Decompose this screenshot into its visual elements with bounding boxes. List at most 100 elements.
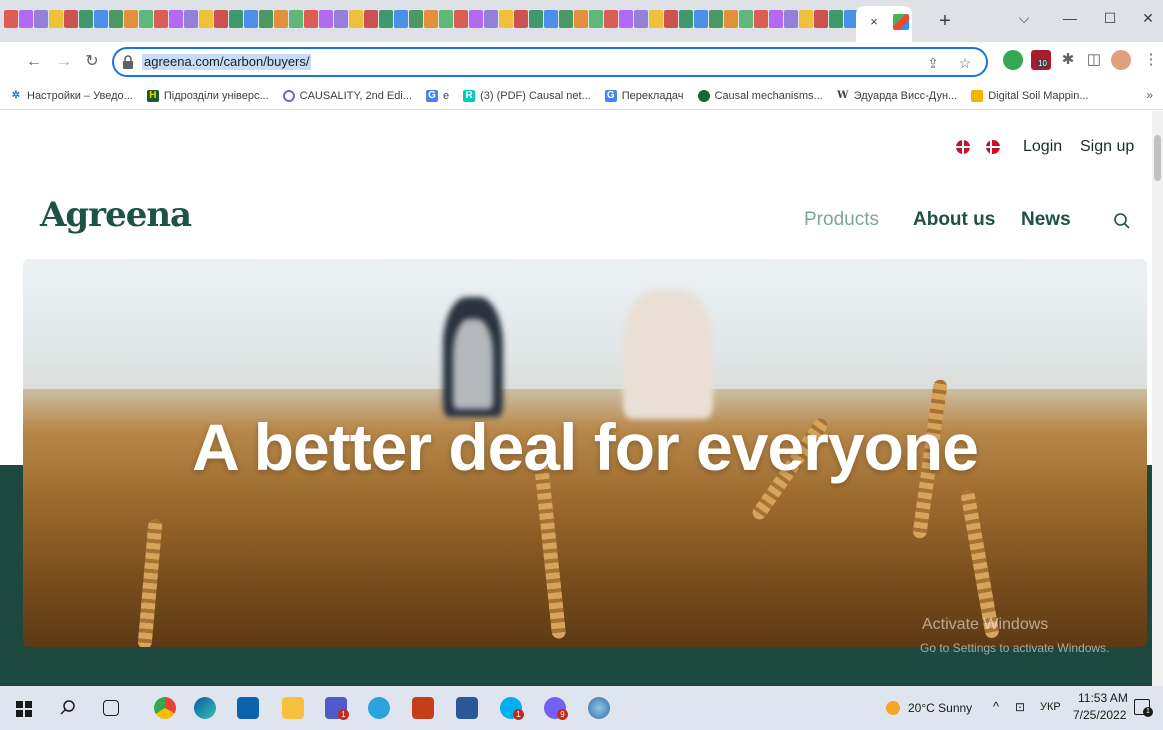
tab-search-button[interactable]: ⌵ — [1004, 6, 1044, 30]
url-text[interactable]: agreena.com/carbon/buyers/ — [142, 54, 312, 70]
english-flag-icon[interactable] — [956, 140, 970, 154]
pinned-tab[interactable] — [559, 10, 573, 28]
login-link[interactable]: Login — [1023, 138, 1062, 156]
agreena-logo[interactable]: Agreena — [40, 195, 192, 235]
bookmark-translator[interactable]: G Перекладач — [604, 89, 684, 102]
bookmark-star-icon[interactable]: ☆ — [956, 54, 974, 72]
grammarly-extension-icon[interactable] — [1003, 50, 1023, 70]
pinned-tab[interactable] — [454, 10, 468, 28]
nav-about[interactable]: About us — [913, 209, 995, 231]
tab-close-icon[interactable]: × — [866, 14, 882, 30]
bookmark-causality[interactable]: CAUSALITY, 2nd Edi... — [282, 89, 412, 102]
pinned-tab[interactable] — [424, 10, 438, 28]
bookmark-e[interactable]: Ge — [425, 89, 449, 102]
pinned-tab[interactable] — [499, 10, 513, 28]
back-button[interactable]: ← — [22, 50, 46, 74]
notifications-icon[interactable]: 1 — [1134, 699, 1153, 717]
pinned-tab[interactable] — [784, 10, 798, 28]
lock-icon[interactable] — [122, 55, 134, 69]
task-view-icon[interactable] — [103, 700, 119, 716]
pinned-tab[interactable] — [754, 10, 768, 28]
powerpoint-icon[interactable] — [412, 697, 434, 719]
pinned-tab[interactable] — [814, 10, 828, 28]
skype-icon[interactable]: 1 — [500, 697, 524, 720]
search-icon[interactable] — [1113, 212, 1131, 230]
new-tab-button[interactable]: + — [934, 10, 956, 32]
pinned-tab[interactable] — [589, 10, 603, 28]
pinned-tab[interactable] — [439, 10, 453, 28]
reload-button[interactable]: ↻ — [80, 50, 104, 74]
pinned-tab[interactable] — [484, 10, 498, 28]
menu-kebab-icon[interactable]: ⋮ — [1141, 50, 1161, 70]
address-bar[interactable]: agreena.com/carbon/buyers/ ⇪ ☆ — [112, 47, 988, 77]
pinned-tab[interactable] — [64, 10, 78, 28]
viber-icon[interactable]: 9 — [544, 697, 568, 720]
danish-flag-icon[interactable] — [986, 140, 1000, 154]
extension-with-badge-icon[interactable]: 10 — [1031, 50, 1051, 70]
pinned-tab[interactable] — [469, 10, 483, 28]
bookmark-departments[interactable]: H Підрозділи універс... — [146, 89, 269, 102]
pinned-tab[interactable] — [724, 10, 738, 28]
pinned-tab[interactable] — [649, 10, 663, 28]
pinned-tab[interactable] — [544, 10, 558, 28]
pinned-tab[interactable] — [169, 10, 183, 28]
chrome-icon[interactable] — [154, 697, 176, 719]
telegram-icon[interactable] — [368, 697, 390, 719]
pinned-tab[interactable] — [394, 10, 408, 28]
pinned-tab[interactable] — [799, 10, 813, 28]
pinned-tab[interactable] — [274, 10, 288, 28]
pinned-tab[interactable] — [319, 10, 333, 28]
pinned-tab[interactable] — [79, 10, 93, 28]
pinned-tab[interactable] — [619, 10, 633, 28]
tray-overflow-icon[interactable]: ^ — [993, 699, 999, 714]
pinned-tab[interactable] — [829, 10, 843, 28]
signup-link[interactable]: Sign up — [1080, 138, 1134, 156]
pinned-tab[interactable] — [409, 10, 423, 28]
file-explorer-icon[interactable] — [282, 697, 304, 719]
pinned-tab[interactable] — [214, 10, 228, 28]
pinned-tab[interactable] — [364, 10, 378, 28]
side-panel-icon[interactable]: ◫ — [1084, 50, 1104, 70]
pinned-tab[interactable] — [94, 10, 108, 28]
pinned-tab[interactable] — [34, 10, 48, 28]
pinned-tab[interactable] — [259, 10, 273, 28]
pinned-tab[interactable] — [739, 10, 753, 28]
pinned-tab[interactable] — [199, 10, 213, 28]
pinned-tab[interactable] — [514, 10, 528, 28]
weather-text[interactable]: 20°C Sunny — [908, 701, 972, 715]
paint-icon[interactable] — [588, 697, 610, 719]
pinned-tab[interactable] — [664, 10, 678, 28]
pinned-tab[interactable] — [154, 10, 168, 28]
windows-start-icon[interactable] — [13, 697, 35, 719]
pinned-tab[interactable] — [709, 10, 723, 28]
pinned-tab[interactable] — [49, 10, 63, 28]
pinned-tab[interactable] — [109, 10, 123, 28]
pinned-tab[interactable] — [694, 10, 708, 28]
weather-sun-icon[interactable] — [886, 701, 900, 715]
forward-button[interactable]: → — [52, 50, 76, 74]
pinned-tab[interactable] — [4, 10, 18, 28]
share-icon[interactable]: ⇪ — [924, 54, 942, 72]
maximize-button[interactable]: ☐ — [1090, 6, 1130, 30]
pinned-tab[interactable] — [634, 10, 648, 28]
bookmark-settings[interactable]: ✲ Настройки – Уведо... — [10, 90, 133, 102]
pinned-tab[interactable] — [529, 10, 543, 28]
nav-news[interactable]: News — [1021, 209, 1071, 231]
page-scrollbar[interactable] — [1152, 111, 1163, 686]
pinned-tab[interactable] — [19, 10, 33, 28]
pinned-tab[interactable] — [604, 10, 618, 28]
input-indicator-icon[interactable]: ⊡ — [1015, 700, 1025, 714]
search-icon[interactable] — [57, 697, 79, 719]
minimize-button[interactable]: — — [1050, 6, 1090, 30]
pinned-tab[interactable] — [124, 10, 138, 28]
pinned-tab[interactable] — [244, 10, 258, 28]
pinned-tab[interactable] — [574, 10, 588, 28]
pinned-tab[interactable] — [229, 10, 243, 28]
pinned-tab[interactable] — [184, 10, 198, 28]
outlook-icon[interactable] — [237, 697, 259, 719]
pinned-tab[interactable] — [349, 10, 363, 28]
bookmark-causal-mechanisms[interactable]: Causal mechanisms... — [697, 89, 823, 102]
profile-avatar[interactable] — [1111, 50, 1131, 70]
close-window-button[interactable]: ✕ — [1128, 6, 1163, 30]
teams-icon[interactable]: 1 — [325, 697, 349, 720]
